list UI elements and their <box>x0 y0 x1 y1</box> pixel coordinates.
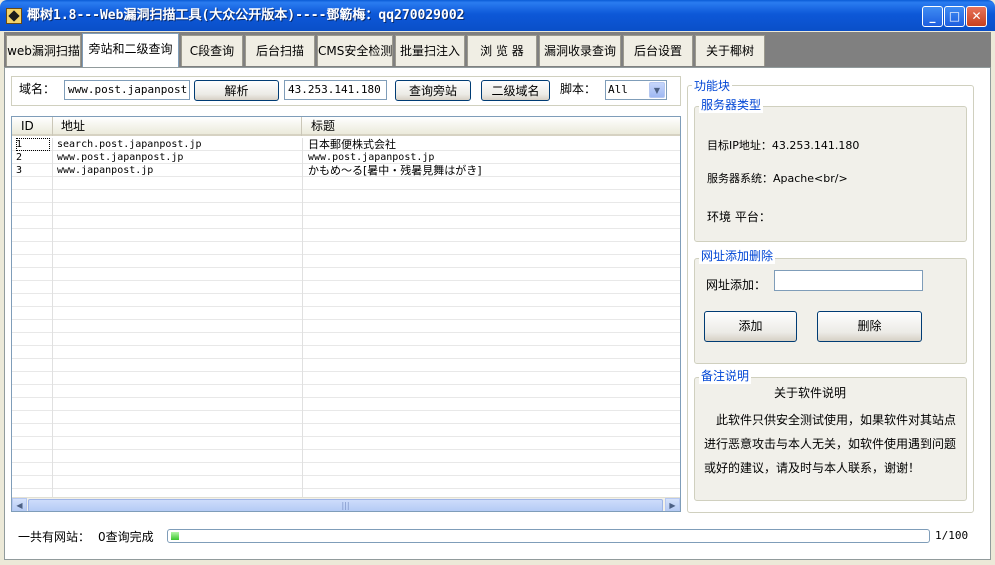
tab-batch-injection[interactable]: 批量扫注入 <box>395 35 465 66</box>
row-id: 3 <box>16 165 23 176</box>
tab-side-site-subdomain[interactable]: 旁站和二级查询 <box>82 33 179 67</box>
horizontal-scrollbar[interactable]: ◀ ||| ▶ <box>12 497 680 511</box>
target-ip-text: 目标IP地址：43.253.141.180 <box>707 139 860 152</box>
row-address: search.post.japanpost.jp <box>57 139 202 150</box>
results-list-view[interactable]: ID 地址 标题 1 search.post.japanpost.jp 日本郵便… <box>11 116 681 512</box>
url-add-input[interactable] <box>774 270 923 291</box>
row-address: www.post.japanpost.jp <box>57 152 184 163</box>
scrollbar-thumb[interactable]: ||| <box>28 499 663 511</box>
column-header-title[interactable]: 标题 <box>302 117 680 136</box>
maximize-button[interactable]: □ <box>944 6 965 27</box>
row-title: かもめ～る[暑中・残暑見舞はがき] <box>308 164 482 177</box>
progress-fill <box>171 532 179 540</box>
tab-admin-scan[interactable]: 后台扫描 <box>245 35 315 66</box>
delete-url-button[interactable]: 删除 <box>817 311 922 342</box>
close-button[interactable]: ✕ <box>966 6 987 27</box>
script-select[interactable]: All ▼ <box>605 80 667 100</box>
window-title: 椰树1.8---Web漏洞扫描工具(大众公开版本)----鄧簕梅：qq27002… <box>27 8 465 23</box>
notes-heading: 关于软件说明 <box>774 386 847 400</box>
query-status-text: 0查询完成 <box>98 530 154 544</box>
site-count-label: 一共有网站： <box>18 530 91 544</box>
tab-web-vuln-scan[interactable]: web漏洞扫描 <box>6 35 81 66</box>
list-header: ID 地址 标题 <box>12 117 680 136</box>
tab-c-segment[interactable]: C段查询 <box>181 35 243 66</box>
domain-input[interactable]: www.post.japanpost.j <box>64 80 190 100</box>
script-label: 脚本： <box>560 82 597 96</box>
list-body <box>12 138 680 498</box>
environment-text: 环境 平台： <box>707 210 771 224</box>
row-address: www.japanpost.jp <box>57 165 154 176</box>
row-title: www.post.japanpost.jp <box>308 152 435 163</box>
ip-input[interactable]: 43.253.141.180 <box>284 80 387 100</box>
column-header-address[interactable]: 地址 <box>53 117 302 136</box>
row-id: 2 <box>16 152 23 163</box>
column-divider <box>302 138 303 498</box>
notes-title: 备注说明 <box>699 368 752 384</box>
scroll-left-icon[interactable]: ◀ <box>12 498 27 511</box>
column-header-id[interactable]: ID <box>12 117 53 136</box>
tab-about[interactable]: 关于椰树 <box>695 35 765 66</box>
function-panel-title: 功能块 <box>692 78 733 94</box>
table-row[interactable]: 1 search.post.japanpost.jp 日本郵便株式会社 <box>12 138 680 151</box>
query-progress-bar <box>167 529 930 543</box>
notes-line: 或好的建议，请及时与本人联系，谢谢！ <box>704 461 921 475</box>
minimize-button[interactable]: _ <box>922 6 943 27</box>
script-selected-value: All <box>608 83 628 96</box>
app-logo-icon[interactable] <box>6 8 22 24</box>
column-divider <box>52 138 53 498</box>
row-title: 日本郵便株式会社 <box>308 138 396 151</box>
tab-browser[interactable]: 浏 览 器 <box>467 35 537 66</box>
table-row[interactable]: 2 www.post.japanpost.jp www.post.japanpo… <box>12 151 680 164</box>
server-os-text: 服务器系统：Apache<br/> <box>707 172 848 185</box>
add-url-button[interactable]: 添加 <box>704 311 797 342</box>
chevron-down-icon[interactable]: ▼ <box>649 82 665 98</box>
subdomain-button[interactable]: 二级域名 <box>481 80 550 101</box>
row-id: 1 <box>16 138 50 151</box>
tab-cms-check[interactable]: CMS安全检测 <box>317 35 393 66</box>
url-add-label: 网址添加： <box>706 278 767 292</box>
query-side-sites-button[interactable]: 查询旁站 <box>395 80 471 101</box>
tab-backend-settings[interactable]: 后台设置 <box>623 35 693 66</box>
table-row[interactable]: 3 www.japanpost.jp かもめ～る[暑中・残暑見舞はがき] <box>12 164 680 177</box>
server-type-title: 服务器类型 <box>699 97 764 113</box>
scroll-right-icon[interactable]: ▶ <box>665 498 680 511</box>
tab-vuln-index[interactable]: 漏洞收录查询 <box>539 35 621 66</box>
domain-label: 域名： <box>19 82 56 96</box>
url-manage-title: 网址添加删除 <box>699 248 776 264</box>
notes-line: 进行恶意攻击与本人无关，如软件使用遇到问题 <box>704 437 957 451</box>
notes-line: 此软件只供安全测试使用，如果软件对其站点 <box>716 413 957 427</box>
progress-counter: 1/100 <box>935 529 969 542</box>
resolve-button[interactable]: 解析 <box>194 80 279 101</box>
